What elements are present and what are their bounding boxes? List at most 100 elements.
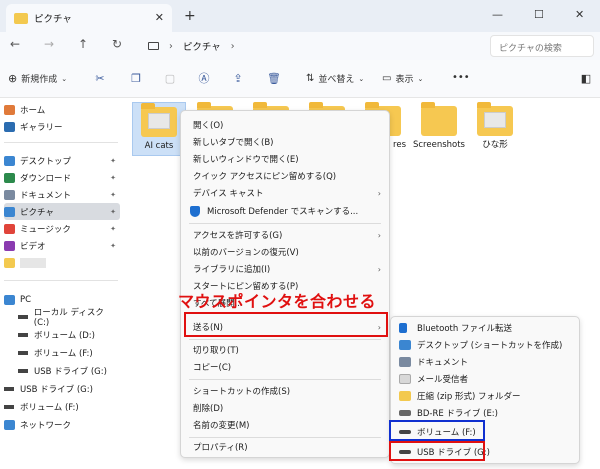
- sidebar-item-redacted-folder[interactable]: [4, 254, 120, 271]
- menu-item-rename[interactable]: 名前の変更(M): [181, 417, 389, 433]
- network-icon: [4, 419, 15, 430]
- sidebar-item-downloads[interactable]: ダウンロード ✦: [4, 169, 120, 186]
- pin-icon[interactable]: ✦: [110, 225, 116, 233]
- submenu-item-bd-re-drive[interactable]: BD-RE ドライブ (E:): [391, 405, 579, 421]
- folder-icon: [477, 102, 513, 136]
- submenu-item-zip-folder[interactable]: 圧縮 (zip 形式) フォルダー: [391, 388, 579, 404]
- address-bar[interactable]: › ピクチャ ›: [140, 35, 480, 57]
- command-bar: ⊕ 新規作成 ⌄ ✂ ❐ ▢ Ⓐ ⇪ 🗑 ⇅ 並べ替え ⌄ ▭ 表示 ⌄ •••…: [0, 60, 600, 98]
- menu-item-cast-to-device[interactable]: デバイス キャスト ›: [181, 185, 389, 201]
- sidebar-item-music[interactable]: ミュージック ✦: [4, 220, 120, 237]
- video-icon: [4, 240, 15, 251]
- download-icon: [4, 172, 15, 183]
- share-icon[interactable]: ⇪: [230, 70, 246, 86]
- sidebar-item-label: ボリューム (F:): [20, 402, 79, 413]
- sidebar-item-desktop[interactable]: デスクトップ ✦: [4, 152, 120, 169]
- submenu-item-documents[interactable]: ドキュメント: [391, 354, 579, 370]
- menu-item-restore-versions[interactable]: 以前のバージョンの復元(V): [181, 244, 389, 260]
- menu-item-open-new-window[interactable]: 新しいウィンドウで開く(E): [181, 151, 389, 167]
- menu-item-label: デバイス キャスト: [193, 189, 264, 199]
- sidebar-divider: [4, 280, 118, 281]
- pin-icon[interactable]: ✦: [110, 208, 116, 216]
- sidebar-item-label: USB ドライブ (G:): [34, 366, 107, 377]
- submenu-item-label: ドキュメント: [417, 358, 469, 368]
- desktop-icon: [399, 340, 411, 350]
- sidebar-item-gallery[interactable]: ギャラリー: [4, 118, 120, 135]
- sidebar-item-volume[interactable]: ボリューム (F:): [4, 398, 120, 415]
- breadcrumb-separator: ›: [169, 40, 173, 52]
- new-tab-button[interactable]: +: [184, 8, 196, 24]
- menu-item-cut[interactable]: 切り取り(T): [181, 342, 389, 358]
- details-pane-icon[interactable]: ◧: [578, 70, 594, 86]
- paste-icon[interactable]: ▢: [162, 70, 178, 86]
- sidebar-item-documents[interactable]: ドキュメント ✦: [4, 186, 120, 203]
- menu-item-copy[interactable]: コピー(C): [181, 359, 389, 375]
- search-input[interactable]: ピクチャの検索: [490, 35, 594, 57]
- music-icon: [4, 223, 15, 234]
- sidebar-item-label: ミュージック: [20, 224, 71, 235]
- sidebar-item-label: デスクトップ: [20, 156, 72, 167]
- menu-item-defender-scan[interactable]: Microsoft Defender でスキャンする...: [181, 203, 389, 219]
- breadcrumb-chevron-icon[interactable]: ›: [231, 41, 235, 52]
- breadcrumb[interactable]: ピクチャ: [183, 39, 221, 53]
- sidebar-item-drive-g[interactable]: USB ドライブ (G:): [18, 362, 120, 379]
- menu-item-delete[interactable]: 削除(D): [181, 400, 389, 416]
- submenu-item-desktop-shortcut[interactable]: デスクトップ (ショートカットを作成): [391, 337, 579, 353]
- back-button[interactable]: ←: [10, 37, 20, 51]
- folder-item[interactable]: ひな形: [468, 102, 522, 151]
- submenu-item-label: デスクトップ (ショートカットを作成): [417, 341, 563, 351]
- close-tab-icon[interactable]: ✕: [155, 11, 164, 24]
- menu-item-properties[interactable]: プロパティ(R): [181, 439, 389, 455]
- drive-icon: [18, 350, 28, 355]
- close-window-button[interactable]: ✕: [575, 8, 584, 21]
- menu-item-open-new-tab[interactable]: 新しいタブで開く(B): [181, 134, 389, 150]
- monitor-icon: [148, 42, 159, 50]
- cut-icon[interactable]: ✂: [92, 70, 108, 86]
- folder-name: Screenshots: [412, 140, 465, 150]
- sidebar-item-usb-drive[interactable]: USB ドライブ (G:): [4, 380, 120, 397]
- maximize-button[interactable]: ☐: [534, 8, 544, 21]
- up-button[interactable]: ↑: [78, 37, 88, 51]
- view-button[interactable]: ▭ 表示 ⌄: [382, 72, 423, 85]
- more-options-icon[interactable]: •••: [452, 72, 470, 83]
- folder-item[interactable]: AI cats: [132, 102, 186, 156]
- folder-name: AI cats: [144, 141, 174, 151]
- menu-item-add-to-library[interactable]: ライブラリに追加(I) ›: [181, 261, 389, 277]
- submenu-item-label: メール受信者: [417, 375, 469, 385]
- folder-item[interactable]: Screenshots: [412, 102, 466, 151]
- pin-icon[interactable]: ✦: [110, 242, 116, 250]
- forward-button[interactable]: →: [44, 37, 54, 51]
- delete-icon[interactable]: 🗑: [266, 70, 282, 86]
- sidebar-item-videos[interactable]: ビデオ ✦: [4, 237, 120, 254]
- menu-separator: [189, 437, 381, 438]
- pin-icon[interactable]: ✦: [110, 174, 116, 182]
- thumbnail-icon: [148, 113, 170, 129]
- tab-pictures[interactable]: ピクチャ ✕: [6, 4, 172, 32]
- pin-icon[interactable]: ✦: [110, 191, 116, 199]
- sidebar-item-drive-f[interactable]: ボリューム (F:): [18, 344, 120, 361]
- menu-item-pin-quick-access[interactable]: クイック アクセスにピン留めする(Q): [181, 168, 389, 184]
- pin-icon[interactable]: ✦: [110, 157, 116, 165]
- submenu-item-bluetooth[interactable]: Bluetooth ファイル転送: [391, 320, 579, 336]
- bluetooth-icon: [399, 323, 407, 333]
- rename-icon[interactable]: Ⓐ: [196, 70, 212, 86]
- sidebar-item-pictures[interactable]: ピクチャ ✦: [4, 203, 120, 220]
- minimize-button[interactable]: —: [492, 8, 503, 21]
- sidebar-item-home[interactable]: ホーム: [4, 101, 120, 118]
- chevron-down-icon: ⌄: [358, 74, 365, 83]
- submenu-item-mail-recipient[interactable]: メール受信者: [391, 371, 579, 387]
- sidebar-item-drive-d[interactable]: ボリューム (D:): [18, 326, 120, 343]
- sidebar-item-network[interactable]: ネットワーク: [4, 416, 120, 433]
- sidebar-item-drive-c[interactable]: ローカル ディスク (C:): [18, 308, 120, 328]
- folder-icon: [421, 102, 457, 136]
- menu-item-create-shortcut[interactable]: ショートカットの作成(S): [181, 383, 389, 399]
- copy-icon[interactable]: ❐: [128, 70, 144, 86]
- refresh-button[interactable]: ↻: [112, 37, 122, 51]
- new-button[interactable]: ⊕ 新規作成 ⌄: [8, 72, 67, 85]
- sidebar-item-label: ピクチャ: [20, 207, 54, 218]
- sort-button[interactable]: ⇅ 並べ替え ⌄: [306, 72, 364, 85]
- menu-item-give-access[interactable]: アクセスを許可する(G) ›: [181, 227, 389, 243]
- pc-icon: [4, 294, 15, 305]
- menu-item-open[interactable]: 開く(O): [181, 117, 389, 133]
- sidebar-item-label: ボリューム (D:): [34, 330, 95, 341]
